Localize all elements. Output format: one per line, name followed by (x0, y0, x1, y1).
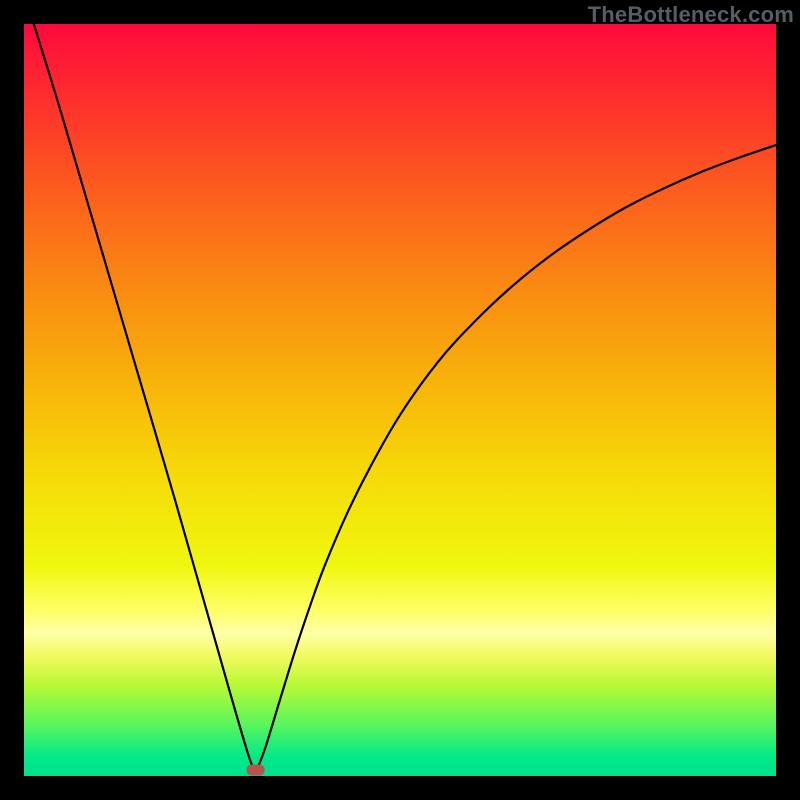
chart-frame: TheBottleneck.com (0, 0, 800, 800)
data-point-marker (247, 764, 265, 775)
bottleneck-curve-chart (24, 24, 776, 776)
gradient-background (24, 24, 776, 776)
watermark-text: TheBottleneck.com (588, 2, 794, 28)
plot-area (24, 24, 776, 776)
